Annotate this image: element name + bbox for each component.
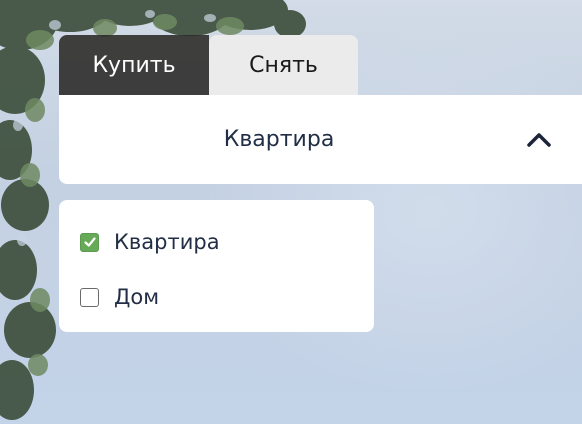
property-type-value: Квартира <box>223 127 335 152</box>
option-label: Дом <box>114 285 160 309</box>
checkbox-apartment[interactable] <box>80 232 99 252</box>
tab-rent[interactable]: Снять <box>209 35 358 95</box>
option-house[interactable]: Дом <box>80 282 159 312</box>
deal-type-tabs: Купить Снять <box>59 35 358 95</box>
checkbox-house[interactable] <box>80 287 99 307</box>
property-type-dropdown <box>59 200 374 332</box>
option-apartment[interactable]: Квартира <box>80 227 220 257</box>
check-icon <box>83 237 96 247</box>
chevron-up-icon[interactable] <box>524 125 554 155</box>
option-label: Квартира <box>114 230 220 254</box>
tab-buy[interactable]: Купить <box>59 35 209 95</box>
property-type-select[interactable]: Квартира <box>59 95 582 184</box>
